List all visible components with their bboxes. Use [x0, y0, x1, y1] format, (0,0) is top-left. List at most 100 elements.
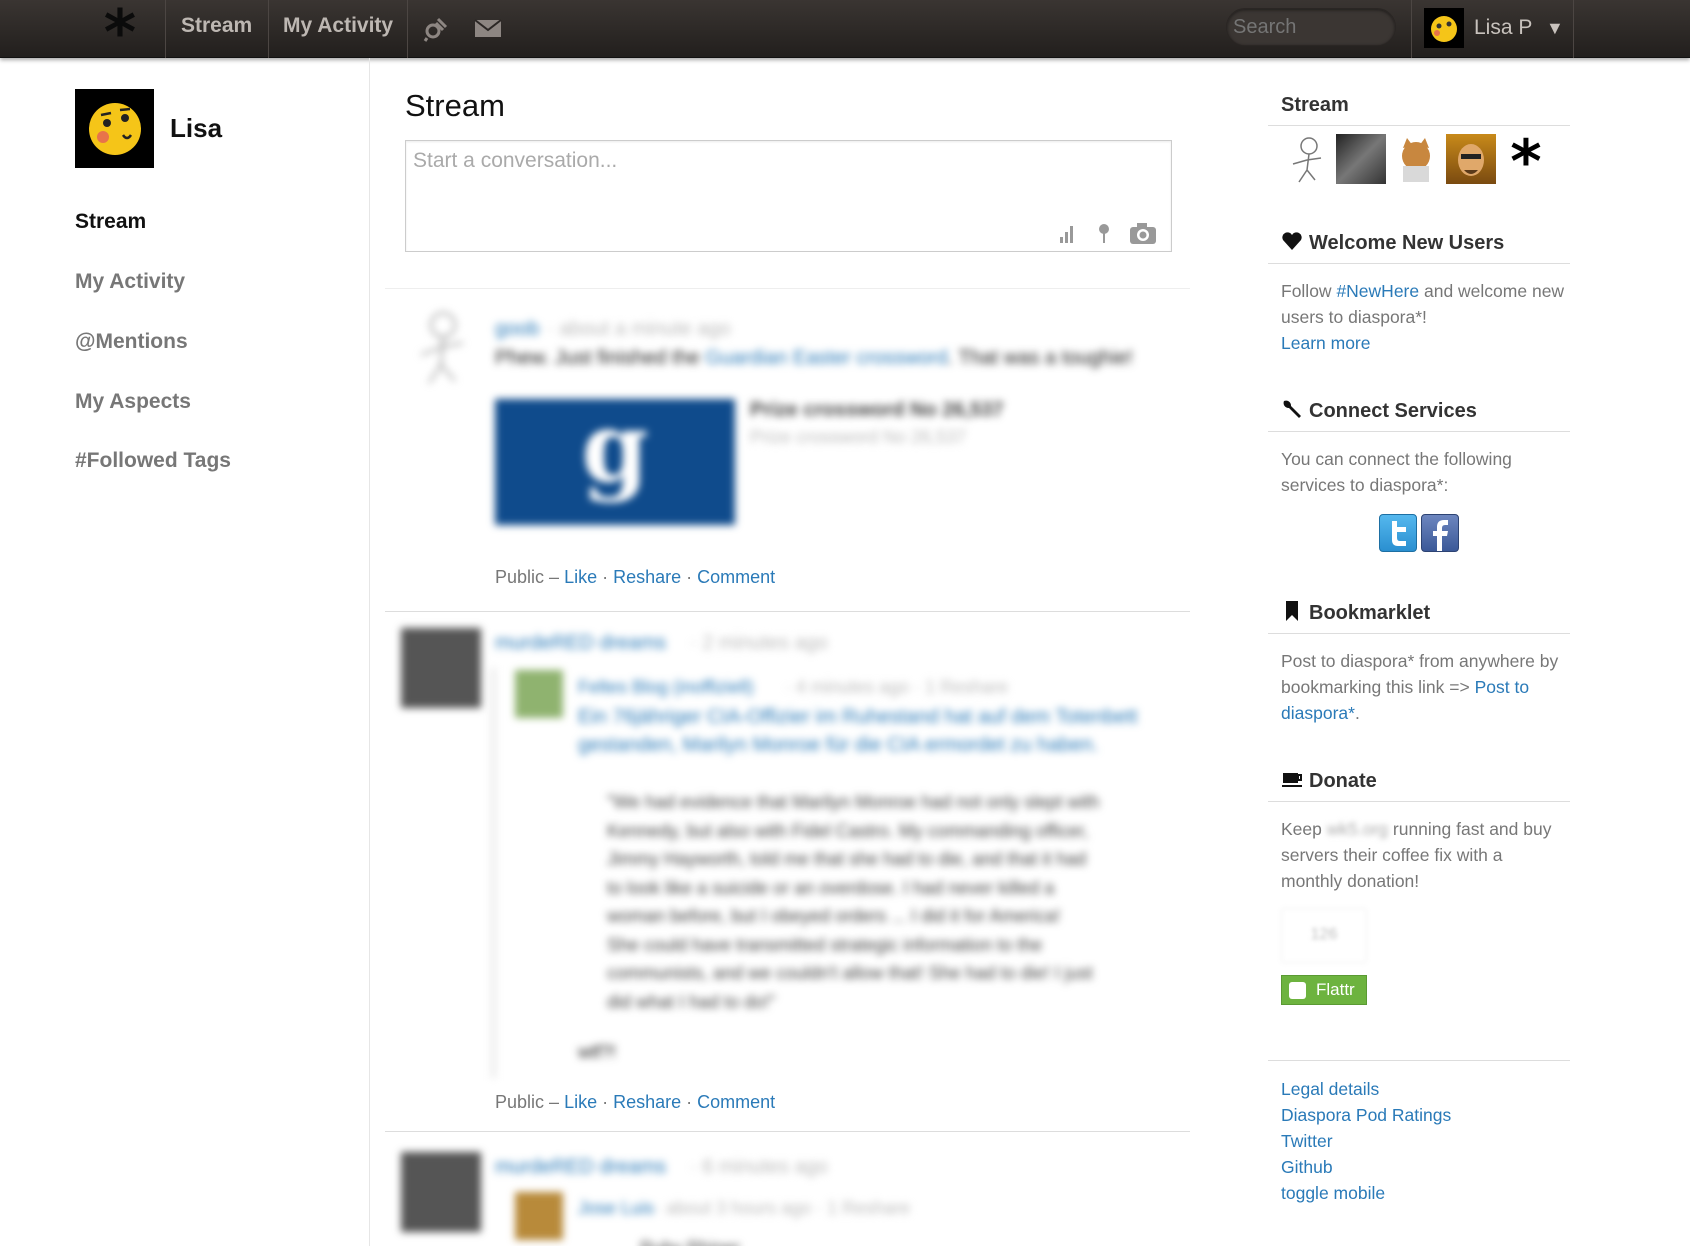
stream-post: murdeRED dreams · 6 minutes ago Jose Lui… — [385, 1132, 1190, 1246]
post-avatar[interactable] — [401, 307, 481, 387]
comment-button[interactable]: Comment — [697, 1092, 775, 1112]
facebook-icon[interactable] — [1421, 514, 1459, 552]
sidebar-item-my-aspects[interactable]: My Aspects — [75, 390, 191, 414]
embed-title[interactable]: Prize crossword No 26,537 — [750, 399, 1003, 422]
left-sidebar: Lisa Stream My Activity @Mentions My Asp… — [0, 58, 370, 1246]
post-timestamp: · 2 minutes ago — [690, 632, 828, 654]
divider — [1268, 1060, 1570, 1061]
bookmarklet-text: Post to diaspora* from anywhere by bookm… — [1281, 651, 1559, 723]
donate-text: Keep wk5.org running fast and buy server… — [1281, 819, 1552, 891]
wrench-icon — [1281, 398, 1303, 420]
connect-services-text: You can connect the following services t… — [1281, 449, 1512, 495]
location-pin-icon[interactable] — [1089, 221, 1119, 245]
page-title: Stream — [405, 88, 505, 123]
divider — [268, 0, 269, 58]
post-timestamp: · about a minute ago — [547, 318, 731, 340]
post-actions: Public – Like · Reshare · Comment — [495, 1092, 776, 1112]
publisher-placeholder: Start a conversation... — [413, 149, 618, 172]
sidebar-item-stream[interactable]: Stream — [75, 210, 146, 234]
contact-avatar[interactable] — [1446, 134, 1496, 184]
main-stream: Stream Start a conversation... goob · ab… — [385, 58, 1195, 1246]
section-title: Donate — [1268, 768, 1570, 802]
reshare-timestamp: · 4 minutes ago · 1 Reshare — [785, 677, 1009, 697]
chevron-down-icon[interactable]: ▼ — [1546, 18, 1564, 39]
footer-links: Legal details Diaspora Pod Ratings Twitt… — [1281, 1076, 1451, 1206]
search-input[interactable] — [1226, 8, 1396, 46]
profile-name[interactable]: Lisa — [170, 113, 222, 144]
sidebar-item-my-activity[interactable]: My Activity — [75, 270, 185, 294]
contact-avatar[interactable] — [1281, 134, 1331, 184]
reshare-avatar[interactable] — [515, 1192, 563, 1240]
contact-avatar[interactable] — [1336, 134, 1386, 184]
flattr-counter: 126 — [1281, 908, 1367, 963]
sidebar-item-mentions[interactable]: @Mentions — [75, 330, 188, 354]
nested-author[interactable]: Ruby Rhiner — [640, 1238, 740, 1246]
flattr-button[interactable]: Flattr — [1281, 975, 1367, 1005]
github-link[interactable]: Github — [1281, 1154, 1451, 1180]
twitter-link[interactable]: Twitter — [1281, 1128, 1451, 1154]
post-timestamp: · 6 minutes ago — [690, 1156, 828, 1178]
link-embed-image[interactable]: g — [495, 391, 735, 525]
post-text: Phew. Just finished the Guardian Easter … — [495, 347, 1133, 369]
reshare-avatar[interactable] — [515, 670, 563, 718]
reshare-timestamp: · about 3 hours ago · 1 Reshare — [655, 1198, 911, 1218]
stream-post: murdeRED dreams · 2 minutes ago Feltes B… — [385, 612, 1190, 1132]
post-author[interactable]: murdeRED dreams — [495, 1156, 666, 1179]
nav-my-activity[interactable]: My Activity — [283, 14, 393, 38]
post-actions: Public – Like · Reshare · Comment — [495, 567, 776, 587]
welcome-text: Follow #NewHere and welcome new users to… — [1281, 281, 1565, 353]
visibility-label: Public – — [495, 567, 560, 587]
top-header: * Stream My Activity Lisa P ▼ — [0, 0, 1690, 64]
stream-post: goob · about a minute ago Phew. Just fin… — [385, 288, 1190, 612]
messages-icon[interactable] — [472, 12, 504, 44]
learn-more-link[interactable]: Learn more — [1281, 333, 1371, 353]
reshare-author[interactable]: Feltes Blog (inoffiziell) — [578, 677, 754, 698]
publisher-textarea[interactable]: Start a conversation... — [405, 140, 1172, 252]
post-avatar[interactable] — [401, 628, 481, 708]
twitter-icon[interactable] — [1379, 514, 1417, 552]
post-text: wtf?! — [578, 1042, 617, 1062]
diaspora-avatar[interactable]: * — [1501, 132, 1551, 192]
legal-details-link[interactable]: Legal details — [1281, 1076, 1451, 1102]
comment-button[interactable]: Comment — [697, 567, 775, 587]
reshare-border — [492, 668, 495, 1078]
visibility-label: Public – — [495, 1092, 560, 1112]
toggle-mobile-link[interactable]: toggle mobile — [1281, 1180, 1451, 1206]
sidebar-item-followed-tags[interactable]: #Followed Tags — [75, 449, 231, 473]
divider — [1411, 0, 1412, 58]
reshare-button[interactable]: Reshare — [613, 567, 681, 587]
like-button[interactable]: Like — [564, 567, 597, 587]
heart-icon — [1281, 230, 1303, 252]
coffee-cup-icon — [1281, 768, 1303, 790]
camera-icon[interactable] — [1128, 221, 1158, 245]
post-quote: "We had evidence that Marilyn Monroe had… — [607, 792, 1100, 1012]
newhere-tag-link[interactable]: #NewHere — [1336, 281, 1419, 301]
reshare-author[interactable]: Jose Luis — [578, 1198, 654, 1219]
reshare-link[interactable]: Ein 76jähriger CIA-Offizier im Ruhestand… — [578, 706, 1138, 729]
avatar — [1424, 8, 1464, 48]
diaspora-logo[interactable]: * — [92, 2, 148, 64]
flattr-icon — [1289, 982, 1306, 999]
pod-ratings-link[interactable]: Diaspora Pod Ratings — [1281, 1102, 1451, 1128]
divider — [1573, 0, 1574, 58]
poll-icon[interactable] — [1051, 221, 1081, 245]
notifications-icon[interactable] — [421, 12, 453, 44]
nav-stream[interactable]: Stream — [181, 14, 252, 38]
section-title: Welcome New Users — [1268, 230, 1570, 264]
section-title: Bookmarklet — [1268, 600, 1570, 634]
divider — [407, 0, 408, 58]
contact-avatar[interactable] — [1391, 134, 1441, 184]
reshare-button[interactable]: Reshare — [613, 1092, 681, 1112]
like-button[interactable]: Like — [564, 1092, 597, 1112]
reshare-link[interactable]: gestanden, Marilyn Monroe für die CIA er… — [578, 734, 1098, 757]
profile-avatar[interactable] — [75, 89, 154, 168]
section-title: Connect Services — [1268, 398, 1570, 432]
post-author[interactable]: murdeRED dreams — [495, 632, 666, 655]
embed-subtitle: Prize crossword No 26,537 — [750, 427, 967, 447]
post-avatar[interactable] — [401, 1152, 481, 1232]
bookmark-icon — [1281, 600, 1303, 622]
divider — [165, 0, 166, 58]
post-author[interactable]: goob — [495, 318, 540, 341]
user-name: Lisa P — [1474, 16, 1533, 39]
section-title: Stream — [1268, 94, 1570, 126]
